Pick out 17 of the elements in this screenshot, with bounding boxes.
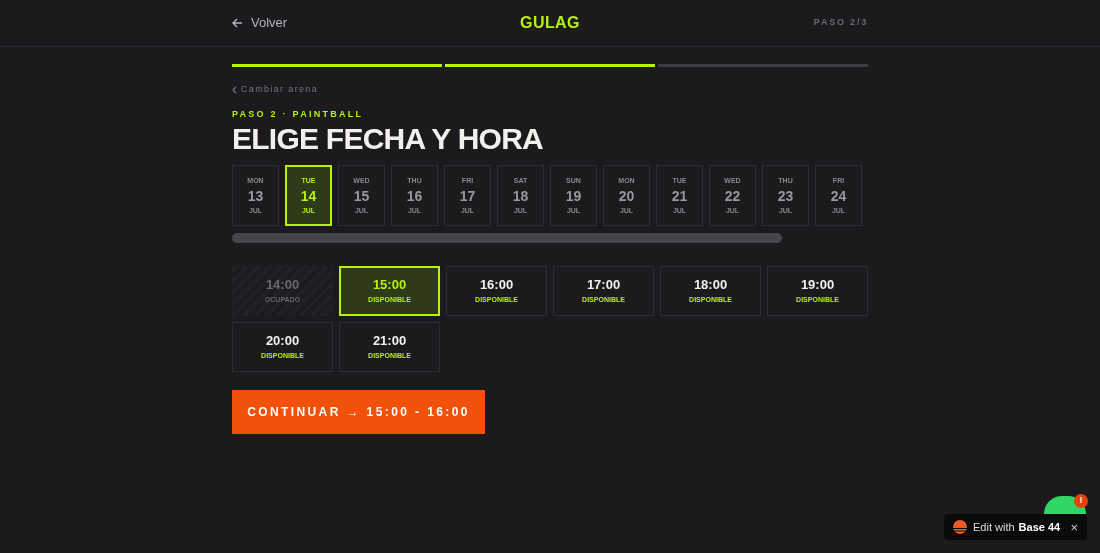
notification-badge: ! [1074, 494, 1088, 508]
back-link[interactable]: Volver [232, 13, 352, 33]
page-heading: ELIGE FECHA Y HORA [232, 121, 543, 157]
edit-badge[interactable]: Edit with Base 44 × [944, 514, 1087, 540]
continue-button[interactable]: CONTINUAR → 15:00 - 16:00 [232, 390, 485, 434]
back-arrow-icon [232, 18, 243, 28]
scrollbar[interactable] [232, 233, 782, 243]
chevron-left-icon [232, 85, 237, 94]
edit-label: Edit with [973, 519, 1015, 535]
change-arena-link[interactable]: Cambiar arena [232, 83, 319, 97]
logo-icon [953, 520, 967, 534]
close-button[interactable]: × [1070, 520, 1078, 534]
back-label: Volver [251, 14, 288, 33]
step-label: PASO 2 · PAINTBALL [232, 107, 365, 121]
step-indicator: PASO 2/3 [813, 16, 868, 30]
brand-name: Base 44 [1018, 519, 1061, 535]
logo: GULAG [520, 13, 580, 33]
